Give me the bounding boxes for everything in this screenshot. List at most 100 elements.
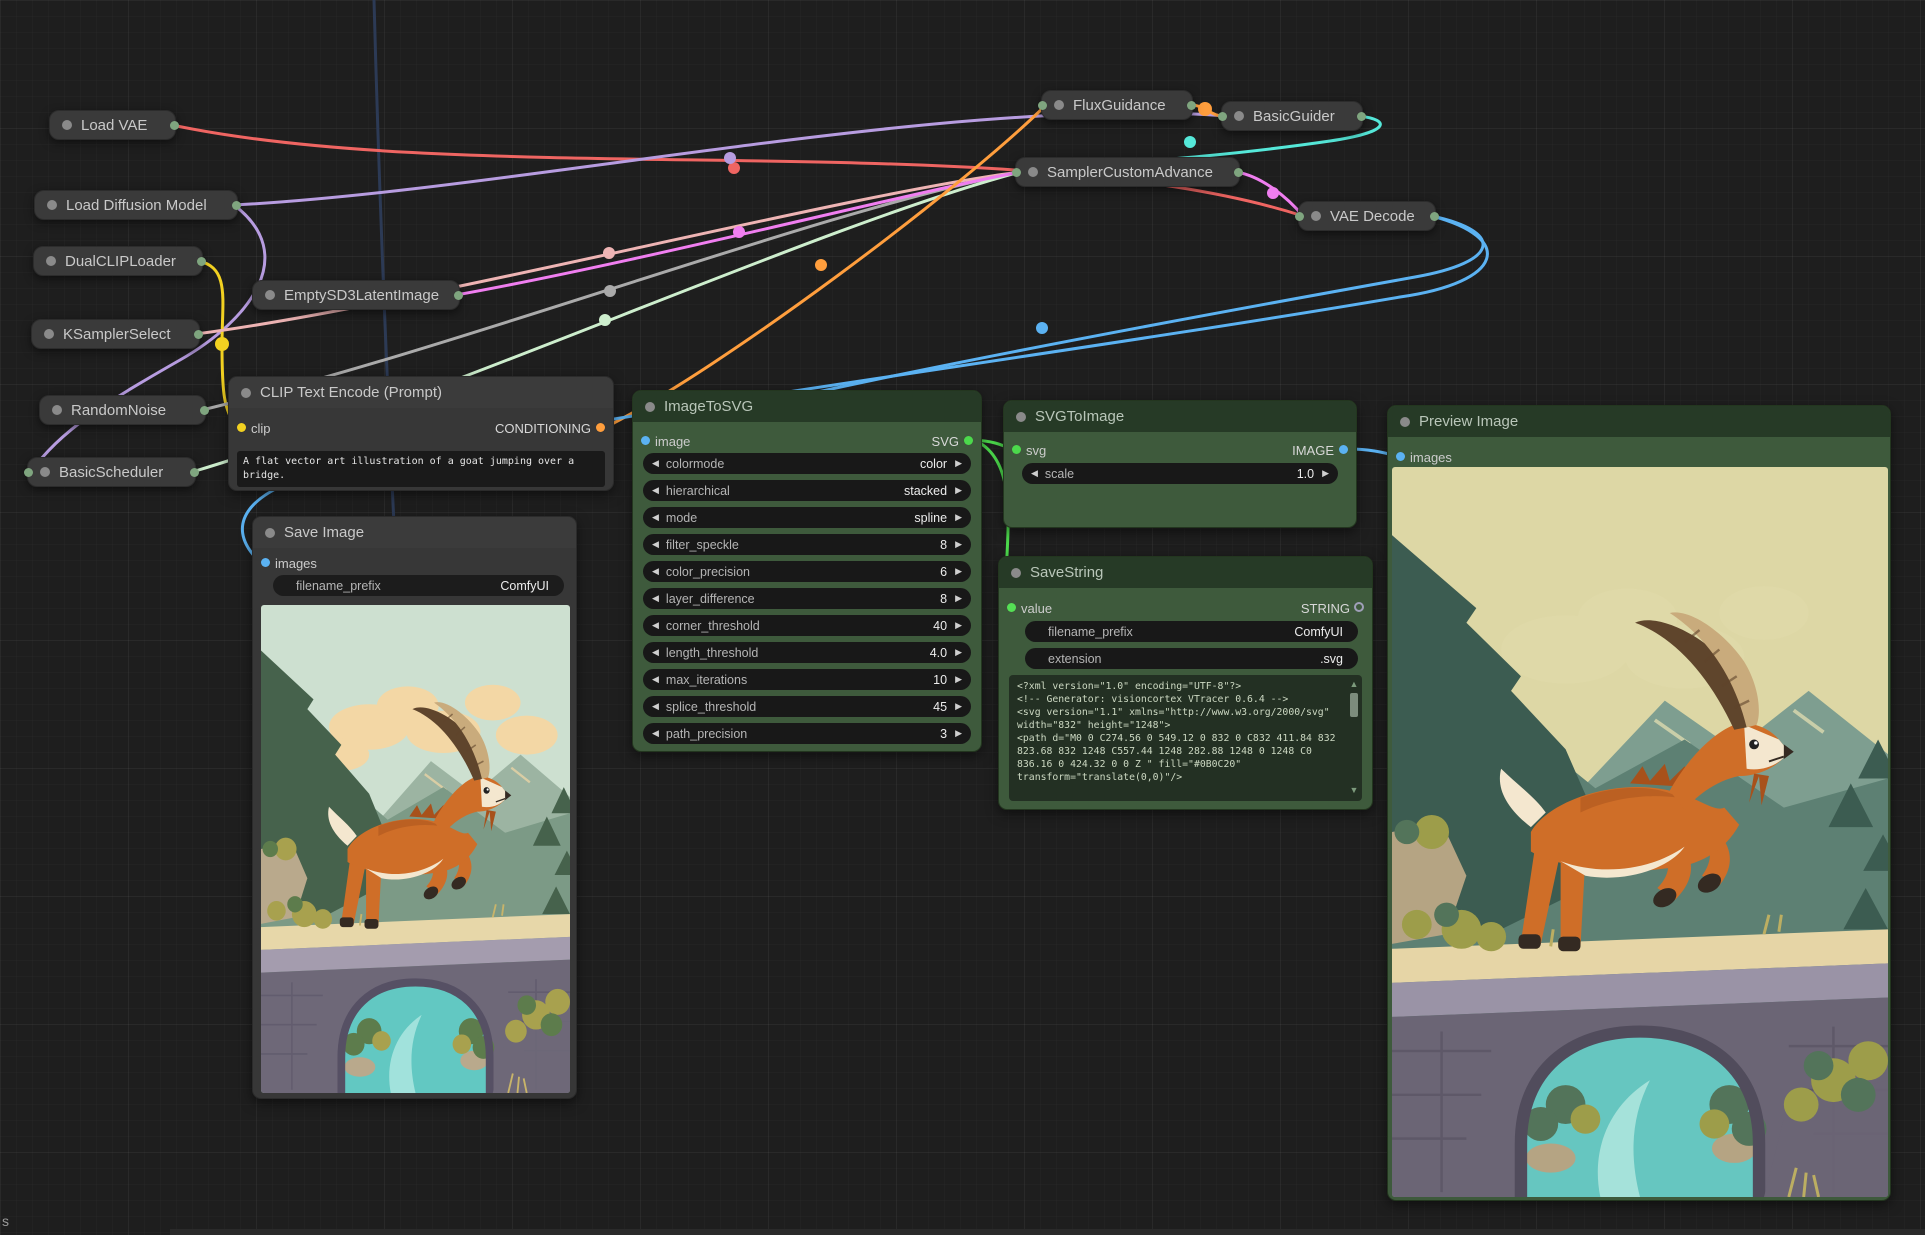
scroll-down-icon[interactable]: ▼ [1350,785,1359,795]
node-header[interactable]: ImageToSVG [633,391,981,422]
node-header[interactable]: Save Image [253,517,576,548]
collapse-dot-icon[interactable] [47,200,57,210]
output-port[interactable] [1234,168,1243,177]
collapse-dot-icon[interactable] [40,467,50,477]
widget-splice-threshold[interactable]: ◀splice_threshold45▶ [643,696,971,717]
node-vae-decode[interactable]: VAE Decode [1298,201,1436,231]
node-empty-sd3-latent-image[interactable]: EmptySD3LatentImage [252,280,460,310]
output-port[interactable] [232,201,241,210]
node-load-diffusion-model[interactable]: Load Diffusion Model [34,190,238,220]
increment-arrow-icon[interactable]: ▶ [955,701,962,712]
widget-layer-difference[interactable]: ◀layer_difference8▶ [643,588,971,609]
input-port[interactable] [24,468,33,477]
node-clip-text-encode[interactable]: CLIP Text Encode (Prompt) clip CONDITION… [228,376,614,491]
clip-input-port[interactable] [237,423,246,432]
svg-code-textarea[interactable]: <?xml version="1.0" encoding="UTF-8"?> <… [1009,675,1362,801]
increment-arrow-icon[interactable]: ▶ [955,539,962,550]
node-header[interactable]: CLIP Text Encode (Prompt) [229,377,613,408]
widget-corner-threshold[interactable]: ◀corner_threshold40▶ [643,615,971,636]
widget-colormode[interactable]: ◀colormodecolor▶ [643,453,971,474]
node-basic-scheduler[interactable]: BasicScheduler [27,457,196,487]
increment-arrow-icon[interactable]: ▶ [955,674,962,685]
collapse-dot-icon[interactable] [46,256,56,266]
node-save-string[interactable]: SaveString value STRING filename_prefixC… [998,556,1373,810]
decrement-arrow-icon[interactable]: ◀ [652,485,659,496]
output-port[interactable] [190,468,199,477]
node-random-noise[interactable]: RandomNoise [39,395,206,425]
decrement-arrow-icon[interactable]: ◀ [652,539,659,550]
output-port[interactable] [1357,112,1366,121]
node-image-to-svg[interactable]: ImageToSVG image SVG ◀colormodecolor▶ ◀h… [632,390,982,752]
output-port[interactable] [194,330,203,339]
node-svg-to-image[interactable]: SVGToImage svg IMAGE ◀scale1.0▶ [1003,400,1357,528]
collapse-dot-icon[interactable] [1028,167,1038,177]
decrement-arrow-icon[interactable]: ◀ [652,458,659,469]
collapse-dot-icon[interactable] [241,388,251,398]
filename-prefix-field[interactable]: filename_prefixComfyUI [273,575,564,596]
svg-output-port[interactable] [964,436,973,445]
node-flux-guidance[interactable]: FluxGuidance [1041,90,1193,120]
output-port[interactable] [1430,212,1439,221]
node-load-vae[interactable]: Load VAE [49,110,176,140]
decrement-arrow-icon[interactable]: ◀ [652,593,659,604]
decrement-arrow-icon[interactable]: ◀ [1031,468,1038,479]
input-port[interactable] [1012,168,1021,177]
scrollbar-thumb[interactable] [1350,693,1358,717]
node-basic-guider[interactable]: BasicGuider [1221,101,1363,131]
decrement-arrow-icon[interactable]: ◀ [652,674,659,685]
widget-mode[interactable]: ◀modespline▶ [643,507,971,528]
node-dual-clip-loader[interactable]: DualCLIPLoader [33,246,203,276]
increment-arrow-icon[interactable]: ▶ [955,620,962,631]
node-ksampler-select[interactable]: KSamplerSelect [31,319,200,349]
collapse-dot-icon[interactable] [44,329,54,339]
collapse-dot-icon[interactable] [1234,111,1244,121]
decrement-arrow-icon[interactable]: ◀ [652,701,659,712]
widget-scale[interactable]: ◀scale1.0▶ [1022,463,1338,484]
textarea-scrollbar[interactable]: ▲ ▼ [1348,679,1360,795]
image-output-port[interactable] [1339,445,1348,454]
increment-arrow-icon[interactable]: ▶ [955,566,962,577]
value-input-port[interactable] [1007,603,1016,612]
extension-field[interactable]: extension.svg [1025,648,1358,669]
prompt-text-widget[interactable]: A flat vector art illustration of a goat… [237,451,605,487]
node-sampler-custom-advance[interactable]: SamplerCustomAdvance [1015,157,1240,187]
decrement-arrow-icon[interactable]: ◀ [652,512,659,523]
node-header[interactable]: Preview Image [1388,406,1890,437]
svg-input-port[interactable] [1012,445,1021,454]
increment-arrow-icon[interactable]: ▶ [955,512,962,523]
images-input-port[interactable] [1396,452,1405,461]
decrement-arrow-icon[interactable]: ◀ [652,620,659,631]
decrement-arrow-icon[interactable]: ◀ [652,647,659,658]
horizontal-scrollbar[interactable] [170,1229,1925,1235]
collapse-dot-icon[interactable] [1054,100,1064,110]
decrement-arrow-icon[interactable]: ◀ [652,566,659,577]
conditioning-output-port[interactable] [596,423,605,432]
scroll-up-icon[interactable]: ▲ [1350,679,1359,689]
collapse-dot-icon[interactable] [52,405,62,415]
image-input-port[interactable] [641,436,650,445]
widget-length-threshold[interactable]: ◀length_threshold4.0▶ [643,642,971,663]
input-port[interactable] [1295,212,1304,221]
collapse-dot-icon[interactable] [1011,568,1021,578]
collapse-dot-icon[interactable] [1311,211,1321,221]
output-port[interactable] [197,257,206,266]
string-output-port[interactable] [1354,602,1364,612]
widget-filter-speckle[interactable]: ◀filter_speckle8▶ [643,534,971,555]
node-header[interactable]: SaveString [999,557,1372,588]
increment-arrow-icon[interactable]: ▶ [955,458,962,469]
filename-prefix-field[interactable]: filename_prefixComfyUI [1025,621,1358,642]
collapse-dot-icon[interactable] [265,290,275,300]
output-port[interactable] [1187,101,1196,110]
output-port[interactable] [170,121,179,130]
collapse-dot-icon[interactable] [1016,412,1026,422]
collapse-dot-icon[interactable] [645,402,655,412]
node-preview-image[interactable]: Preview Image images [1387,405,1891,1201]
node-save-image[interactable]: Save Image images filename_prefixComfyUI [252,516,577,1099]
increment-arrow-icon[interactable]: ▶ [1322,468,1329,479]
input-port[interactable] [1218,112,1227,121]
collapse-dot-icon[interactable] [1400,417,1410,427]
increment-arrow-icon[interactable]: ▶ [955,593,962,604]
output-port[interactable] [200,406,209,415]
output-port[interactable] [454,291,463,300]
images-input-port[interactable] [261,558,270,567]
